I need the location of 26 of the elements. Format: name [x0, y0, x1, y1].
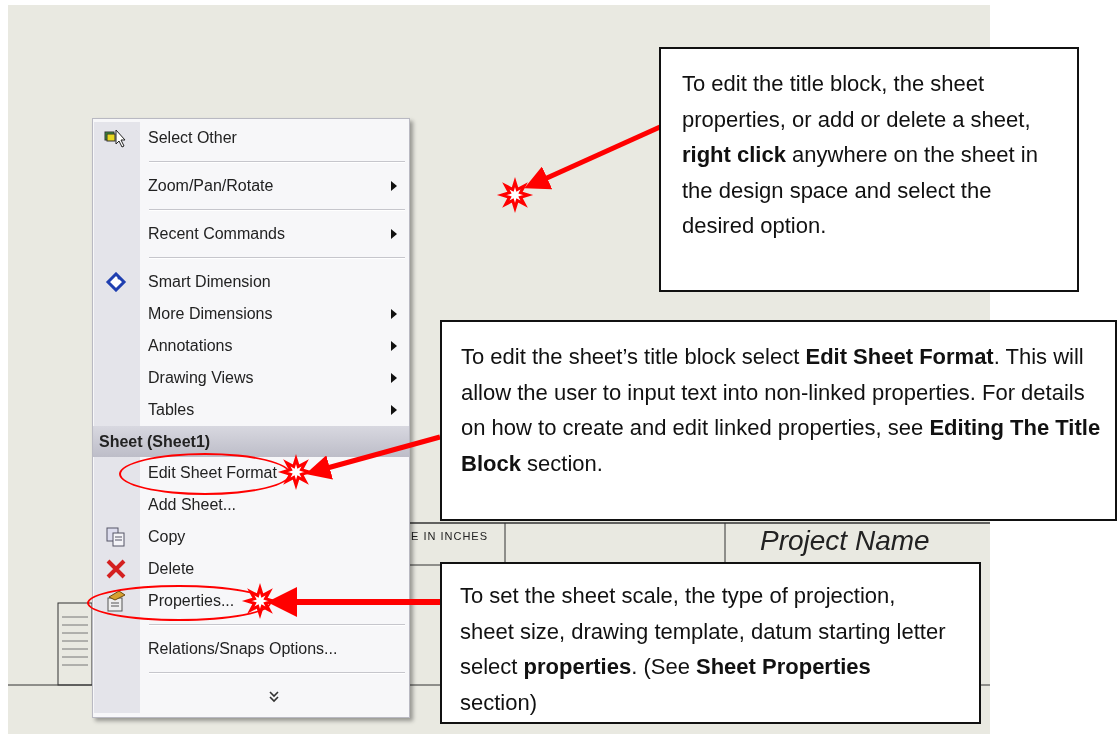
select-other-icon: [104, 128, 128, 148]
copy-icon: [105, 526, 127, 548]
menu-item[interactable]: Copy: [93, 521, 409, 553]
menu-item[interactable]: Select Other: [93, 122, 409, 154]
menu-item[interactable]: Smart Dimension: [93, 266, 409, 298]
menu-item[interactable]: Edit Sheet Format: [93, 457, 409, 489]
menu-item[interactable]: Relations/Snaps Options...: [93, 633, 409, 665]
menu-item[interactable]: Zoom/Pan/Rotate: [93, 170, 409, 202]
menu-item[interactable]: Annotations: [93, 330, 409, 362]
menu-item[interactable]: More Dimensions: [93, 298, 409, 330]
click-marker-icon: [496, 176, 534, 214]
dimension-icon: [105, 272, 127, 292]
menu-item[interactable]: Recent Commands: [93, 218, 409, 250]
expand-chevron-icon[interactable]: [269, 691, 279, 703]
callout-note: To edit the sheet’s title block select Edit Sheet Format. This will allow the user to input text into non-linked properties. For details on how to create and edit linked properties, see Editing The Title Block section.: [440, 320, 1117, 521]
properties-icon: [105, 590, 127, 612]
menu-item[interactable]: Delete: [93, 553, 409, 585]
menu-section-header: Sheet (Sheet1): [93, 426, 409, 457]
callout-note: To edit the title block, the sheet properties, or add or delete a sheet, right click anywhere on the sheet in the design space and select the desired option.: [659, 47, 1079, 292]
menu-item[interactable]: Drawing Views: [93, 362, 409, 394]
project-name: Project Name: [760, 525, 930, 557]
units-note: E IN INCHES: [411, 530, 488, 542]
menu-item[interactable]: Add Sheet...: [93, 489, 409, 521]
menu-item[interactable]: Tables: [93, 394, 409, 426]
callout-note: To set the sheet scale, the type of projection, sheet size, drawing template, datum starting letter select properties. (See Sheet Properties section): [440, 562, 981, 724]
delete-icon: [105, 558, 127, 580]
